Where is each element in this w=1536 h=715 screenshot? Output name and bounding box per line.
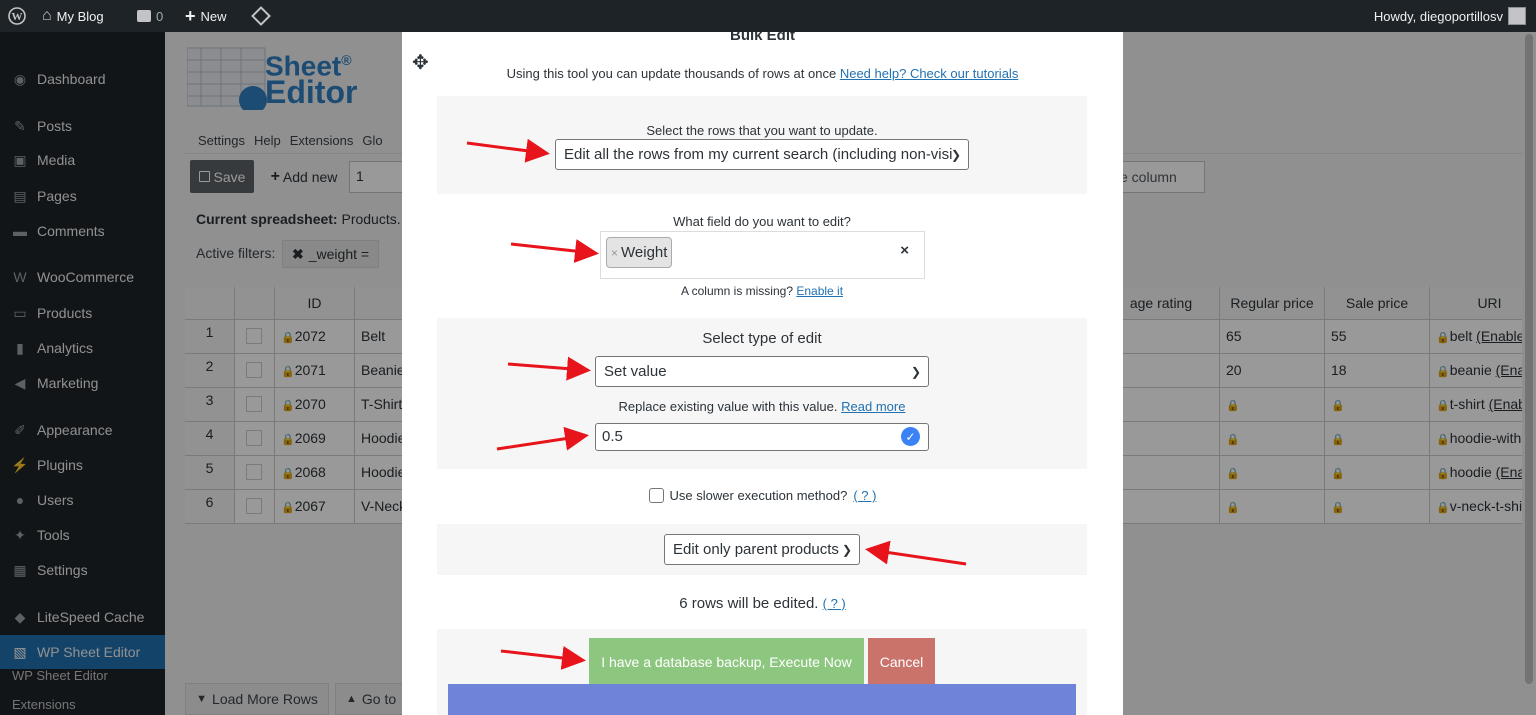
litespeed-diamond-icon[interactable] [251,0,271,32]
tutorials-link[interactable]: Need help? Check our tutorials [840,66,1019,81]
wordpress-logo-icon[interactable]: W [8,0,26,32]
slower-method-label: Use slower execution method? [669,488,848,503]
replace-value-text: Replace existing value with this value. … [618,399,906,414]
execute-now-button[interactable]: I have a database backup, Execute Now [589,638,864,685]
rows-label: Select the rows that you want to update. [646,123,878,138]
comment-icon [137,10,151,22]
parent-products-select[interactable]: Edit only parent products ❯ [664,534,860,565]
svg-text:W: W [12,11,23,23]
plus-icon: + [185,5,196,26]
howdy-text: Howdy, diegoportillosv [1373,8,1503,24]
edit-type-section: Select type of edit Set value ❯ Replace … [437,318,1087,469]
rows-select[interactable]: Edit all the rows from my current search… [555,139,969,170]
cancel-button[interactable]: Cancel [868,638,935,685]
avatar [1508,7,1526,25]
rows-section: Select the rows that you want to update.… [437,96,1087,194]
bulk-edit-modal: Bulk Edit ✥ Using this tool you can upda… [402,32,1123,715]
enable-column-link[interactable]: Enable it [796,284,843,298]
remove-tag-icon[interactable]: × [611,246,618,260]
rows-help-link[interactable]: ( ? ) [823,596,846,611]
chevron-down-icon: ❯ [910,364,921,379]
chevron-down-icon: ❯ [950,147,961,162]
modal-title: Bulk Edit [729,32,795,44]
account-menu[interactable]: Howdy, diegoportillosv [1374,0,1526,32]
slower-method-checkbox[interactable] [648,488,664,503]
rows-count-text: 6 rows will be edited. ( ? ) [679,595,846,612]
chevron-down-icon: ❯ [841,542,852,557]
modal-intro: Using this tool you can update thousands… [506,66,1019,81]
site-name: My Blog [56,8,104,24]
comments-count: 0 [156,8,164,24]
slower-help-link[interactable]: ( ? ) [853,488,876,503]
field-tag: × Weight [606,237,673,268]
admin-bar: W ⌂ My Blog 0 + New Howdy, diegoportillo… [0,0,1536,32]
check-icon: ✓ [901,427,920,446]
edit-type-label: Select type of edit [702,330,822,347]
comments-link[interactable]: 0 [137,0,163,32]
site-name-link[interactable]: ⌂ My Blog [42,0,104,32]
parent-products-section: Edit only parent products ❯ [437,524,1087,575]
clear-icon[interactable]: × [900,242,909,259]
slower-method-row: Use slower execution method? ( ? ) [402,488,1123,503]
read-more-link[interactable]: Read more [841,399,905,414]
value-input[interactable]: 0.5 ✓ [595,423,929,451]
progress-bar [448,684,1076,715]
new-label: New [200,8,227,24]
missing-column-text: A column is missing? Enable it [680,284,844,298]
home-icon: ⌂ [42,7,52,24]
field-select[interactable]: × Weight × [600,231,925,279]
edit-type-select[interactable]: Set value ❯ [595,356,929,387]
action-section: I have a database backup, Execute Now Ca… [437,629,1087,715]
field-label: What field do you want to edit? [673,214,851,229]
new-content-link[interactable]: + New [185,0,227,32]
